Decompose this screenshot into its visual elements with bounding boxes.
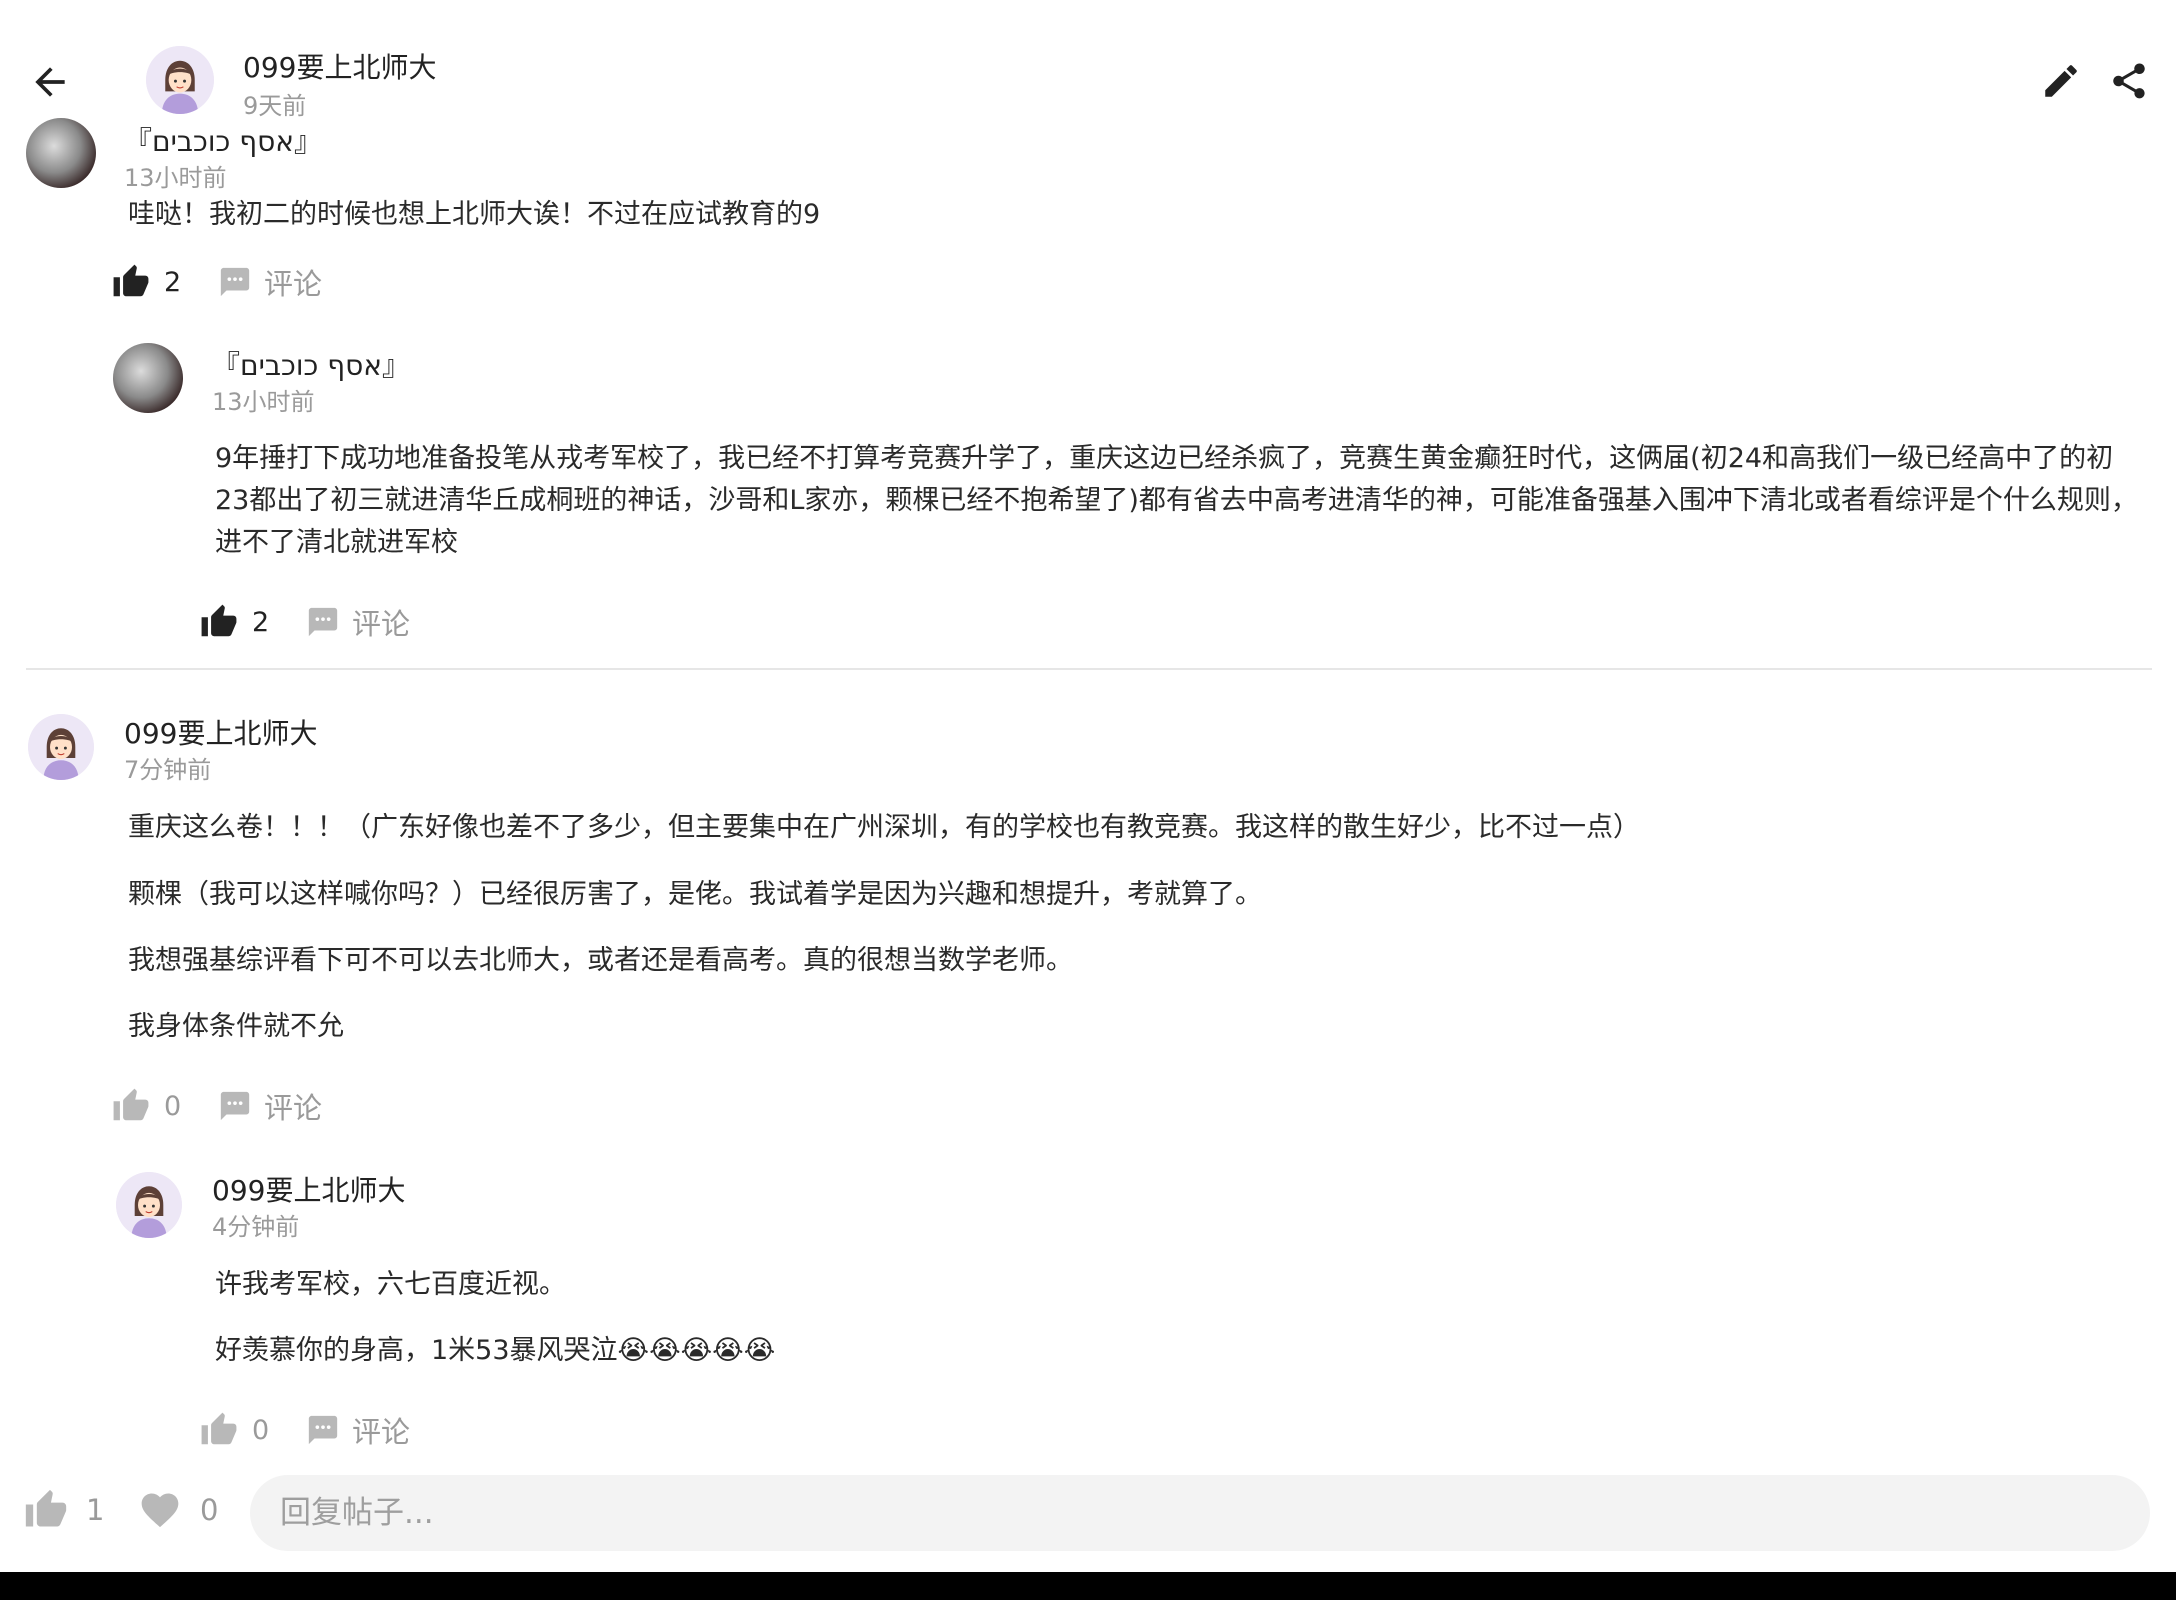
comment-text: 颗棵（我可以这样喊你吗？）已经很厉害了，是佬。我试着学是因为兴趣和想提升，考就算… [128, 879, 1262, 910]
reply-text: 许我考军校，六七百度近视。 [215, 1269, 566, 1300]
thumb-up-icon[interactable] [200, 603, 238, 641]
back-button[interactable] [28, 60, 72, 104]
comment-button[interactable]: 评论 [264, 261, 322, 303]
chat-bubble-icon[interactable] [218, 1089, 252, 1123]
reply-time: 13小时前 [212, 388, 315, 416]
comment-text: 我想强基综评看下可不可以去北师大，或者还是看高考。真的很想当数学老师。 [128, 945, 1073, 976]
comment-actions: 0 评论 [112, 1082, 322, 1130]
comment-author[interactable]: 『אסף כוכבים』 [124, 120, 322, 160]
post-like-count: 1 [86, 1493, 105, 1527]
comment-author[interactable]: 099要上北师大 [124, 712, 317, 752]
heart-icon [141, 1493, 179, 1528]
reply-actions: 2 评论 [200, 598, 410, 646]
reply-text: 好羡慕你的身高，1米53暴风哭泣😭😭😭😭😭 [215, 1335, 776, 1366]
comment-button[interactable]: 评论 [352, 601, 410, 643]
reply-avatar[interactable] [116, 1172, 182, 1238]
share-button[interactable] [2108, 60, 2150, 102]
edit-button[interactable] [2040, 60, 2082, 102]
reply-actions: 0 评论 [200, 1406, 410, 1454]
header-author[interactable]: 099要上北师大 [243, 46, 436, 86]
comment-text: 哇哒！我初二的时候也想上北师大诶！不过在应试教育的9 [128, 199, 821, 230]
thumb-up-icon[interactable] [200, 1411, 238, 1449]
post-favorite-button[interactable]: 0 [138, 1488, 218, 1532]
header-time: 9天前 [243, 92, 307, 120]
reply-author[interactable]: 099要上北师大 [212, 1169, 405, 1209]
comment-actions: 2 评论 [112, 258, 322, 306]
pencil-icon [2045, 65, 2077, 97]
chat-bubble-icon[interactable] [218, 265, 252, 299]
reply-author[interactable]: 『אסף כוכבים』 [212, 344, 410, 384]
reply-avatar[interactable] [113, 343, 183, 413]
comment-avatar[interactable] [28, 714, 94, 780]
divider [26, 668, 2152, 670]
system-nav-bar [0, 1572, 2176, 1600]
comment-button[interactable]: 评论 [352, 1409, 410, 1451]
chat-bubble-icon[interactable] [306, 605, 340, 639]
header-avatar[interactable] [146, 46, 214, 114]
like-count: 0 [164, 1090, 182, 1122]
chat-bubble-icon[interactable] [306, 1413, 340, 1447]
reply-time: 4分钟前 [212, 1213, 300, 1241]
like-count: 2 [252, 606, 270, 638]
thumb-up-icon [24, 1488, 68, 1532]
post-like-button[interactable]: 1 [24, 1488, 104, 1532]
thumb-up-icon[interactable] [112, 263, 150, 301]
reply-text: 9年捶打下成功地准备投笔从戎考军校了，我已经不打算考竞赛升学了，重庆这边已经杀疯… [215, 443, 2138, 558]
comment-text: 重庆这么卷！！！（广东好像也差不了多少，但主要集中在广州深圳，有的学校也有教竞赛… [128, 812, 1640, 843]
arrow-left-icon [35, 67, 65, 97]
comment-text: 我身体条件就不允 [128, 1011, 344, 1042]
post-favorite-count: 0 [200, 1493, 219, 1527]
like-count: 2 [164, 266, 182, 298]
reply-input[interactable] [250, 1475, 2150, 1551]
comment-time: 13小时前 [124, 164, 227, 192]
comment-button[interactable]: 评论 [264, 1085, 322, 1127]
like-count: 0 [252, 1414, 270, 1446]
comment-time: 7分钟前 [124, 756, 212, 784]
thumb-up-icon[interactable] [112, 1087, 150, 1125]
comment-avatar[interactable] [26, 118, 96, 188]
share-icon [2113, 63, 2145, 99]
